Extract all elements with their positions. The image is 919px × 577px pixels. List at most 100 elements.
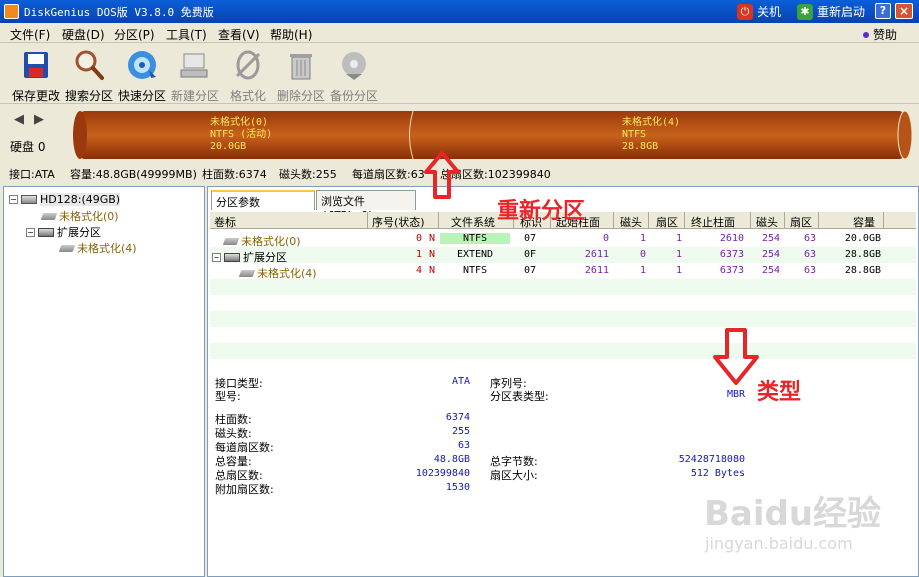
col-end-sector[interactable]: 扇区 <box>790 214 812 230</box>
table-row[interactable]: 未格式化(4) 4 N NTFS 07 2611 1 1 6373 254 63… <box>210 263 916 280</box>
col-end-cyl[interactable]: 终止柱面 <box>691 214 735 230</box>
backup-partition-button[interactable]: 备份分区 <box>326 48 382 104</box>
row-end-head: 254 <box>761 265 780 276</box>
tree-item-label: 扩展分区 <box>57 226 101 239</box>
close-icon[interactable]: × <box>895 3 913 19</box>
volume-icon <box>222 237 240 245</box>
shutdown-button[interactable]: ⏻ 关机 <box>737 3 781 20</box>
row-fs: EXTEND <box>456 249 494 260</box>
row-seq: 0 <box>416 233 423 244</box>
prev-disk-icon[interactable]: ◀ <box>14 112 24 127</box>
partition-block-0[interactable]: 未格式化(0) NTFS (活动) 20.0GB <box>210 117 272 153</box>
menu-disk[interactable]: 硬盘(D) <box>62 26 105 43</box>
quick-partition-label: 快速分区 <box>117 89 166 103</box>
hard-disk-icon <box>21 195 37 204</box>
sectors-per-track-info: 每道扇区数:63 <box>352 168 425 181</box>
row-capacity: 20.0GB <box>844 233 881 244</box>
row-end-head: 254 <box>761 249 780 260</box>
col-end-head[interactable]: 磁头 <box>756 214 778 230</box>
sector-size-value: 512 Bytes <box>690 468 745 479</box>
interface-info: 接口:ATA <box>9 168 55 181</box>
quick-partition-button[interactable]: 快速分区 <box>114 48 170 104</box>
col-capacity[interactable]: 容量 <box>853 214 875 230</box>
format-button[interactable]: 格式化 <box>220 48 276 104</box>
help-icon[interactable]: ? <box>875 3 891 19</box>
format-icon <box>235 50 261 80</box>
restart-icon: ✱ <box>797 3 813 20</box>
collapse-icon[interactable]: − <box>26 227 35 237</box>
menu-view[interactable]: 查看(V) <box>218 26 260 43</box>
search-partition-button[interactable]: 搜索分区 <box>61 48 117 104</box>
row-start-head: 1 <box>639 265 646 276</box>
trash-icon <box>290 54 312 80</box>
disk-tree: − HD128:(49GB) 未格式化(0) − 扩展分区 未格式化(4) <box>3 186 205 577</box>
collapse-icon[interactable]: − <box>212 252 221 262</box>
partition-4-size: 28.8GB <box>622 141 659 152</box>
shutdown-label: 关机 <box>757 5 782 19</box>
row-start-cyl: 2611 <box>584 265 609 276</box>
tree-item-label: 未格式化(4) <box>77 242 137 255</box>
row-capacity: 28.8GB <box>844 249 881 260</box>
tree-item-unformatted-4[interactable]: 未格式化(4) <box>58 240 137 256</box>
tab-browse-files[interactable]: 浏览文件(CTRL_G) <box>316 190 416 222</box>
backup-partition-label: 备份分区 <box>329 89 378 103</box>
power-icon: ⏻ <box>737 3 753 20</box>
volume-icon <box>40 212 58 220</box>
menu-partition[interactable]: 分区(P) <box>114 26 155 43</box>
row-end-sector: 63 <box>803 249 816 260</box>
table-row[interactable]: − 扩展分区 1 N EXTEND 0F 2611 0 1 6373 254 63… <box>210 247 916 264</box>
extra-sectors-label: 附加扇区数: <box>215 483 274 496</box>
watermark-url: jingyan.baidu.com <box>705 534 853 553</box>
disk-label: 硬盘 0 <box>10 140 46 154</box>
col-start-sector[interactable]: 扇区 <box>656 214 678 230</box>
sector-size-label: 扇区大小: <box>490 469 538 482</box>
format-label: 格式化 <box>229 89 266 103</box>
collapse-icon[interactable]: − <box>9 195 18 204</box>
menu-file[interactable]: 文件(F) <box>10 26 50 43</box>
tree-item-extended[interactable]: − 扩展分区 <box>26 224 101 240</box>
heads-value: 255 <box>451 426 470 437</box>
tab-partition-params[interactable]: 分区参数(CTRL_D) <box>211 190 315 223</box>
window-title: DiskGenius DOS版 V3.8.0 免费版 <box>24 6 214 19</box>
row-end-cyl: 6373 <box>719 265 744 276</box>
col-filesystem[interactable]: 文件系统 <box>451 214 495 230</box>
row-id: 07 <box>524 233 537 244</box>
table-row[interactable]: 未格式化(0) 0 N NTFS 07 0 1 1 2610 254 63 20… <box>210 231 916 248</box>
empty-row <box>210 311 916 327</box>
partition-table-type-value: MBR <box>726 389 745 400</box>
empty-row <box>210 295 916 311</box>
row-capacity: 28.8GB <box>844 265 881 276</box>
col-start-head[interactable]: 磁头 <box>620 214 642 230</box>
row-end-cyl: 6373 <box>719 249 744 260</box>
col-volume[interactable]: 卷标 <box>214 214 236 230</box>
tree-disk-label: HD128:(49GB) <box>40 193 121 206</box>
delete-partition-button[interactable]: 删除分区 <box>273 48 329 104</box>
row-fs: NTFS <box>462 265 488 276</box>
partition-block-4[interactable]: 未格式化(4) NTFS 28.8GB <box>622 117 680 153</box>
tree-item-label: 未格式化(0) <box>59 210 119 223</box>
tree-disk-hd128[interactable]: − HD128:(49GB) <box>9 193 121 206</box>
sponsor-link[interactable]: 赞助 <box>862 26 897 43</box>
capacity-info: 容量:48.8GB(49999MB) <box>70 168 197 181</box>
restart-button[interactable]: ✱ 重新启动 <box>797 3 865 20</box>
menu-help[interactable]: 帮助(H) <box>270 26 312 43</box>
row-start-sector: 1 <box>675 249 682 260</box>
menu-tools[interactable]: 工具(T) <box>166 26 207 43</box>
backup-disk-icon <box>342 52 366 80</box>
volume-icon <box>238 269 256 277</box>
extended-partition-icon <box>38 227 54 237</box>
row-status: N <box>429 233 436 244</box>
baidu-watermark: Baidu经验 <box>704 494 882 534</box>
save-changes-button[interactable]: 保存更改 <box>8 48 64 104</box>
sectors-per-track-value: 63 <box>457 440 470 451</box>
new-partition-button[interactable]: 新建分区 <box>167 48 223 104</box>
interface-type-value: ATA <box>451 376 470 387</box>
repartition-annotation: 重新分区 <box>497 199 586 224</box>
row-start-sector: 1 <box>675 233 682 244</box>
next-disk-icon[interactable]: ▶ <box>34 112 44 127</box>
tree-item-unformatted-0[interactable]: 未格式化(0) <box>40 208 119 224</box>
new-partition-label: 新建分区 <box>170 89 219 103</box>
col-seq-status[interactable]: 序号(状态) <box>372 214 425 230</box>
up-arrow-annotation <box>424 151 460 199</box>
sponsor-icon <box>862 31 869 38</box>
